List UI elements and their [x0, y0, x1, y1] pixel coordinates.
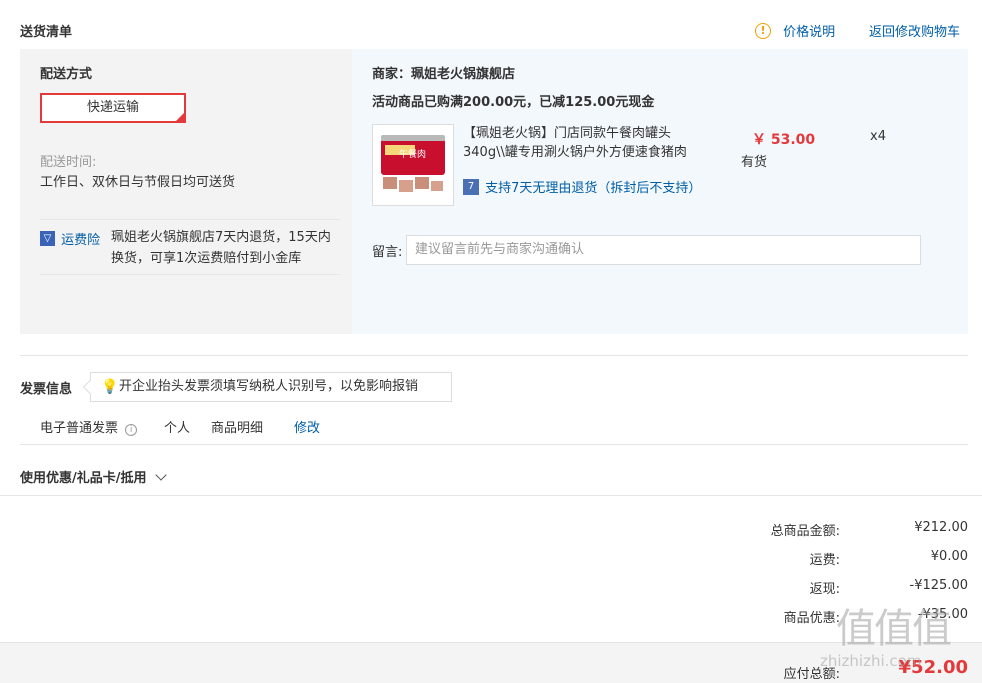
- return-policy[interactable]: 7 支持7天无理由退货（拆封后不支持）: [463, 177, 701, 196]
- stock-status: 有货: [741, 155, 768, 170]
- delivery-section-label: 配送方式: [40, 67, 93, 82]
- lightbulb-icon: 💡: [101, 379, 119, 395]
- total-amount-label: 总商品金额:: [770, 524, 840, 539]
- invoice-holder: 个人: [164, 421, 191, 436]
- return-policy-label: 支持7天无理由退货（拆封后不支持）: [485, 181, 702, 196]
- watermark-url: zhizhizhi.com: [820, 652, 922, 670]
- delivery-method-label: 快递运输: [86, 100, 139, 115]
- product-price: ￥ 53.00: [752, 132, 816, 148]
- note-label: 留言:: [372, 245, 403, 260]
- delivery-time-label: 配送时间:: [40, 155, 97, 170]
- info-icon[interactable]: i: [125, 424, 138, 436]
- coupons-label: 使用优惠/礼品卡/抵用: [20, 471, 147, 486]
- divider: [0, 495, 982, 496]
- product-quantity: x4: [870, 129, 886, 144]
- back-to-cart-link[interactable]: 返回修改购物车: [869, 21, 960, 40]
- return-policy-icon: 7: [463, 178, 479, 195]
- merchant-name: 商家：珮姐老火锅旗舰店: [372, 67, 516, 82]
- shield-icon: ▽: [40, 231, 55, 246]
- shipping-value: ¥0.00: [930, 549, 968, 564]
- cashback-label: 返现:: [809, 582, 840, 597]
- product-image[interactable]: 午餐肉: [372, 124, 454, 206]
- divider: [40, 219, 340, 220]
- invoice-content: 商品明细: [211, 421, 264, 436]
- divider: [20, 355, 968, 356]
- total-amount-value: ¥212.00: [914, 520, 968, 535]
- freight-insurance-link[interactable]: ▽ 运费险: [40, 229, 100, 248]
- invoice-type-label: 电子普通发票: [40, 421, 119, 436]
- price-info-link[interactable]: ! 价格说明: [755, 21, 835, 40]
- product-image-label: 午餐肉: [399, 150, 427, 160]
- page-title: 送货清单: [20, 25, 73, 40]
- coupons-toggle[interactable]: 使用优惠/礼品卡/抵用: [20, 467, 167, 486]
- delivery-time-value: 工作日、双休日与节假日均可送货: [40, 175, 236, 190]
- divider: [40, 274, 340, 275]
- shipping-label: 运费:: [809, 553, 840, 568]
- insurance-description: 珮姐老火锅旗舰店7天内退货，15天内换货，可享1次运费赔付到小金库: [111, 230, 331, 266]
- promo-text: 活动商品已购满200.00元，已减125.00元现金: [372, 95, 655, 110]
- insurance-label: 运费险: [61, 233, 101, 248]
- watermark-logo: 值值值: [836, 606, 952, 652]
- cashback-value: -¥125.00: [909, 578, 968, 593]
- invoice-title: 发票信息: [20, 382, 73, 397]
- invoice-type: 电子普通发票 i: [40, 417, 138, 436]
- note-input[interactable]: 建议留言前先与商家沟通确认: [406, 235, 921, 265]
- express-delivery-option[interactable]: 快递运输 ✓: [40, 93, 186, 123]
- chevron-down-icon: [155, 469, 167, 481]
- discount-label: 商品优惠:: [783, 611, 840, 626]
- divider: [20, 444, 968, 445]
- invoice-tip-text: 开企业抬头发票须填写纳税人识别号，以免影响报销: [119, 379, 419, 394]
- invoice-tip: 💡 开企业抬头发票须填写纳税人识别号，以免影响报销: [82, 372, 452, 402]
- luncheon-meat-can-icon: [381, 135, 445, 192]
- info-circle-icon: !: [755, 22, 771, 39]
- price-info-label: 价格说明: [783, 25, 836, 40]
- check-icon: ✓: [176, 112, 183, 121]
- product-title[interactable]: 【珮姐老火锅】门店同款午餐肉罐头340g\\罐专用涮火锅户外方便速食猪肉: [463, 124, 713, 162]
- invoice-edit-link[interactable]: 修改: [294, 417, 320, 436]
